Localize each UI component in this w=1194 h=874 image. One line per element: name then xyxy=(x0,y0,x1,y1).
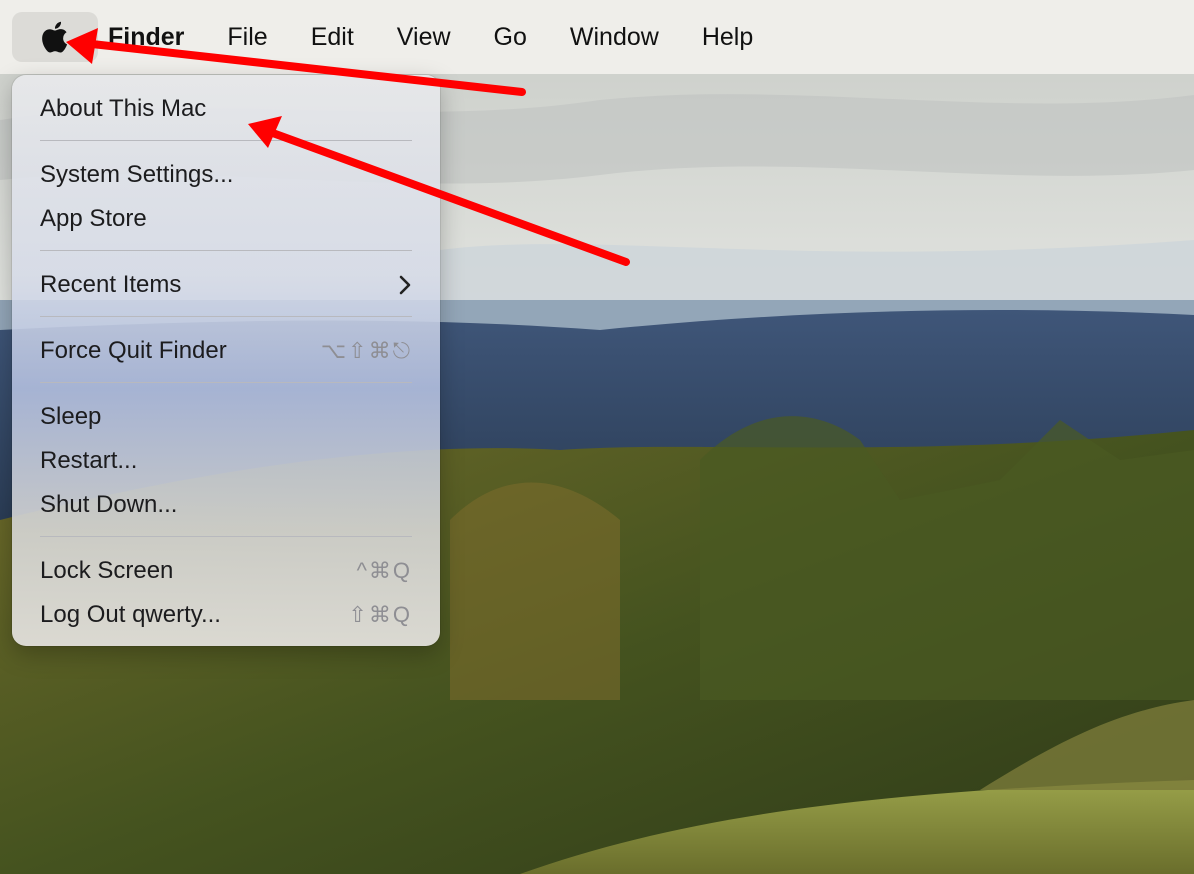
menu-item-label: About This Mac xyxy=(40,95,207,122)
menu-separator xyxy=(40,382,412,383)
menu-separator xyxy=(40,140,412,141)
menu-item-sleep[interactable]: Sleep xyxy=(40,397,412,437)
menubar-edit[interactable]: Edit xyxy=(311,23,354,52)
menu-item-recent-items[interactable]: Recent Items xyxy=(40,265,412,305)
menubar-finder[interactable]: Finder xyxy=(108,23,184,52)
menu-item-label: App Store xyxy=(40,205,147,232)
menu-item-label: Log Out qwerty... xyxy=(40,601,221,628)
chevron-right-icon xyxy=(399,275,411,295)
menu-item-system-settings[interactable]: System Settings... xyxy=(40,155,412,195)
menu-item-force-quit[interactable]: Force Quit Finder ⌥⇧⌘⎋ xyxy=(40,331,412,371)
apple-menu-button[interactable] xyxy=(12,12,98,62)
apple-menu-dropdown: About This Mac System Settings... App St… xyxy=(12,75,440,646)
menu-separator xyxy=(40,316,412,317)
menu-separator xyxy=(40,536,412,537)
menu-item-label: Recent Items xyxy=(40,271,182,298)
menu-item-label: Force Quit Finder xyxy=(40,337,227,364)
menu-bar: Finder File Edit View Go Window Help xyxy=(0,0,1194,74)
menu-item-shut-down[interactable]: Shut Down... xyxy=(40,485,412,525)
apple-logo-icon xyxy=(42,21,68,53)
menubar-help[interactable]: Help xyxy=(702,23,753,52)
menu-item-log-out[interactable]: Log Out qwerty... ⇧⌘Q xyxy=(40,595,412,635)
menu-item-app-store[interactable]: App Store xyxy=(40,199,412,239)
force-quit-shortcut: ⌥⇧⌘⎋ xyxy=(320,338,412,363)
menu-item-lock-screen[interactable]: Lock Screen ^⌘Q xyxy=(40,551,412,591)
menu-item-label: Lock Screen xyxy=(40,557,174,584)
menubar-file[interactable]: File xyxy=(227,23,267,52)
menubar-go[interactable]: Go xyxy=(494,23,527,52)
menu-item-label: Shut Down... xyxy=(40,491,178,518)
menubar-view[interactable]: View xyxy=(397,23,451,52)
menu-item-label: System Settings... xyxy=(40,161,234,188)
menu-item-label: Sleep xyxy=(40,403,102,430)
log-out-shortcut: ⇧⌘Q xyxy=(348,602,412,627)
menu-item-label: Restart... xyxy=(40,447,138,474)
lock-screen-shortcut: ^⌘Q xyxy=(356,558,412,583)
menu-separator xyxy=(40,250,412,251)
menubar-window[interactable]: Window xyxy=(570,23,659,52)
menu-item-restart[interactable]: Restart... xyxy=(40,441,412,481)
menu-item-about-this-mac[interactable]: About This Mac xyxy=(40,89,412,129)
